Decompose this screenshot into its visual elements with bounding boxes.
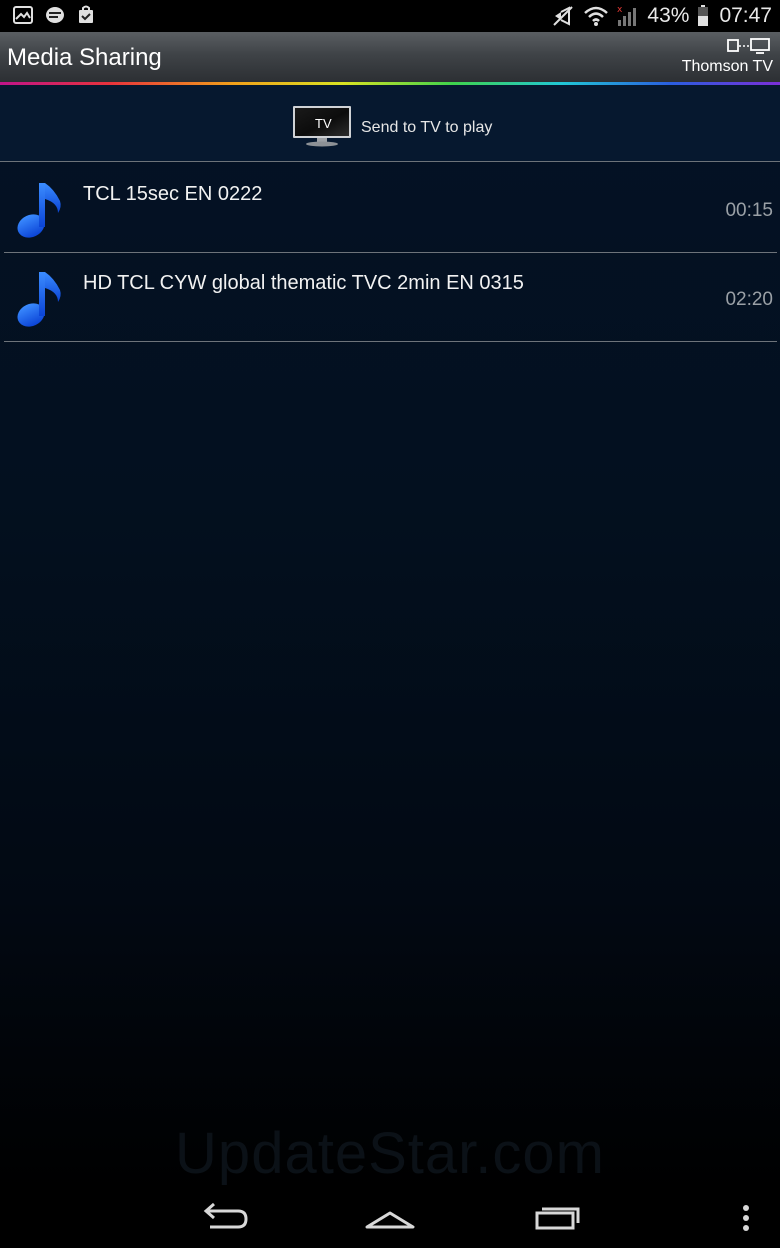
overflow-menu-icon[interactable] — [734, 1198, 758, 1238]
media-sharing-screen: x 43% 07:47 Media Sharing Thomson TV TV … — [0, 0, 780, 1248]
gallery-icon — [12, 5, 34, 25]
battery-icon — [697, 5, 709, 27]
shopping-bag-icon — [76, 5, 96, 25]
wifi-icon — [583, 5, 609, 27]
media-title: TCL 15sec EN 0222 — [83, 183, 263, 205]
watermark: UpdateStar.com — [175, 1121, 605, 1186]
media-duration: 02:20 — [725, 289, 773, 310]
list-item[interactable]: HD TCL CYW global thematic TVC 2min EN 0… — [0, 252, 780, 341]
device-selector[interactable]: Thomson TV — [674, 37, 774, 81]
send-to-tv-label: Send to TV to play — [361, 119, 493, 136]
media-title: HD TCL CYW global thematic TVC 2min EN 0… — [83, 272, 524, 294]
system-status: x 43% 07:47 — [551, 3, 772, 29]
messenger-icon — [44, 5, 66, 25]
notification-icons — [12, 5, 96, 25]
svg-text:x: x — [617, 5, 623, 15]
tv-icon-label: TV — [315, 116, 332, 131]
signal-icon: x — [617, 4, 639, 28]
navigation-bar — [0, 1190, 780, 1248]
mute-icon — [551, 4, 575, 28]
divider — [0, 161, 780, 162]
recent-apps-icon[interactable] — [532, 1198, 584, 1238]
battery-percentage: 43% — [647, 4, 690, 27]
device-name: Thomson TV — [681, 58, 773, 75]
action-bar: Media Sharing Thomson TV — [0, 32, 780, 82]
media-duration: 00:15 — [725, 200, 773, 221]
list-item[interactable]: TCL 15sec EN 0222 00:15 — [0, 163, 780, 252]
music-note-icon — [14, 179, 66, 246]
send-to-tv-button[interactable]: TV Send to TV to play — [0, 85, 780, 161]
clock: 07:47 — [719, 4, 772, 27]
status-bar: x 43% 07:47 — [0, 0, 780, 32]
divider — [4, 341, 777, 342]
music-note-icon — [14, 268, 66, 335]
devices-connected-icon — [726, 37, 772, 60]
home-icon[interactable] — [364, 1198, 416, 1238]
back-icon[interactable] — [198, 1198, 250, 1238]
app-title: Media Sharing — [7, 44, 162, 71]
